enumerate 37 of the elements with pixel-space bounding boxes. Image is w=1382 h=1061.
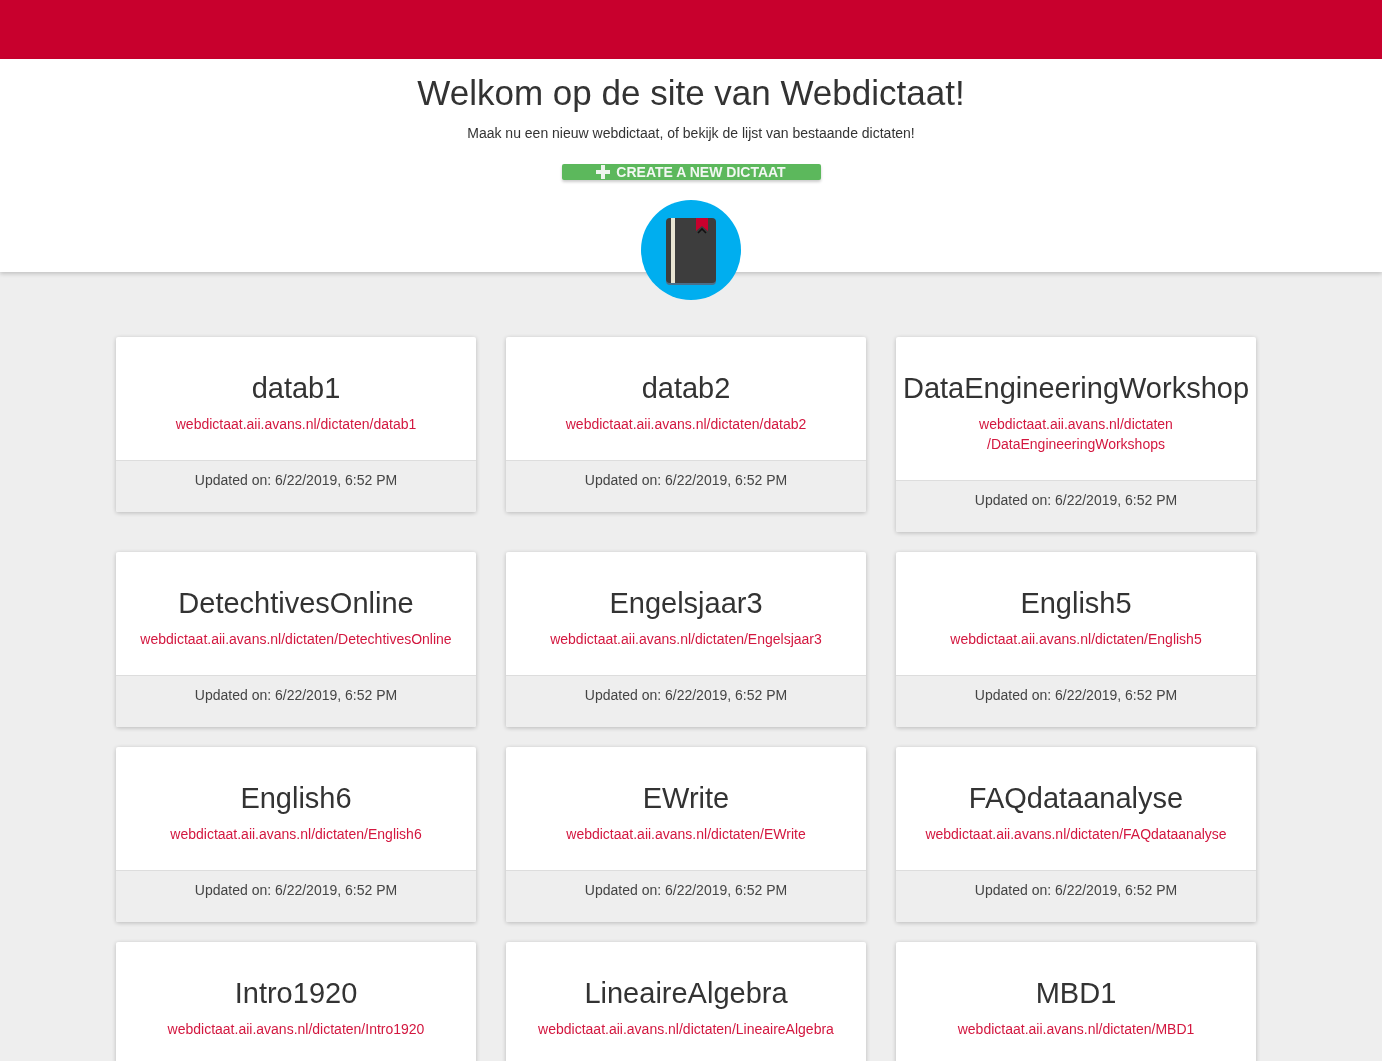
card-link[interactable]: webdictaat.aii.avans.nl/dictaten/Intro1920 bbox=[167, 1019, 425, 1039]
card-link[interactable]: webdictaat.aii.avans.nl/dictaten/English5 bbox=[950, 629, 1202, 649]
card-title: EWrite bbox=[641, 781, 731, 816]
card-title: MBD1 bbox=[1034, 976, 1118, 1011]
card-link[interactable]: webdictaat.aii.avans.nl/dictaten/FAQdataanalyse bbox=[925, 824, 1227, 844]
page-title: Welkom op de site van Webdictaat! bbox=[417, 72, 965, 114]
card-title: datab1 bbox=[250, 371, 342, 406]
updated-text: Updated on: 6/22/2019, 6:52 PM bbox=[974, 687, 1178, 703]
intro-text: Maak nu een nieuw webdictaat, of bekijk de lijst van bestaande dictaten! bbox=[467, 124, 915, 143]
book-icon bbox=[641, 200, 741, 300]
card-link[interactable]: webdictaat.aii.avans.nl/dictaten/EWrite bbox=[566, 824, 806, 844]
plus-icon bbox=[596, 165, 611, 179]
card-title: LineaireAlgebra bbox=[583, 976, 789, 1011]
updated-text: Updated on: 6/22/2019, 6:52 PM bbox=[194, 472, 398, 488]
card-title: Engelsjaar3 bbox=[608, 586, 764, 621]
card-link[interactable]: webdictaat.aii.avans.nl/dictaten/MBD1 bbox=[957, 1019, 1195, 1039]
card-title: DataEngineeringWorkshop bbox=[901, 371, 1251, 406]
updated-text: Updated on: 6/22/2019, 6:52 PM bbox=[584, 472, 788, 488]
card-link[interactable]: webdictaat.aii.avans.nl/dictaten/DetechtivesOnline bbox=[140, 629, 452, 649]
card-link[interactable]: webdictaat.aii.avans.nl/dictaten/datab1 bbox=[175, 414, 417, 434]
card-link[interactable]: webdictaat.aii.avans.nl/dictaten/LineaireAlgebra bbox=[538, 1019, 834, 1039]
card-title: DetechtivesOnline bbox=[177, 586, 415, 621]
updated-text: Updated on: 6/22/2019, 6:52 PM bbox=[194, 687, 398, 703]
updated-text: Updated on: 6/22/2019, 6:52 PM bbox=[974, 492, 1178, 508]
card-link[interactable]: webdictaat.aii.avans.nl/dictaten/DataEngineeringWorkshops bbox=[911, 414, 1241, 454]
card-title: FAQdataanalyse bbox=[967, 781, 1185, 816]
updated-text: Updated on: 6/22/2019, 6:52 PM bbox=[974, 882, 1178, 898]
card-link[interactable]: webdictaat.aii.avans.nl/dictaten/English6 bbox=[170, 824, 422, 844]
updated-text: Updated on: 6/22/2019, 6:52 PM bbox=[584, 882, 788, 898]
card-title: English6 bbox=[239, 781, 353, 816]
updated-text: Updated on: 6/22/2019, 6:52 PM bbox=[194, 882, 398, 898]
card-title: Intro1920 bbox=[233, 976, 359, 1011]
card-link[interactable]: webdictaat.aii.avans.nl/dictaten/Engelsjaar3 bbox=[550, 629, 822, 649]
card-title: datab2 bbox=[640, 371, 732, 406]
updated-text: Updated on: 6/22/2019, 6:52 PM bbox=[584, 687, 788, 703]
card-link[interactable]: webdictaat.aii.avans.nl/dictaten/datab2 bbox=[565, 414, 807, 434]
card-title: English5 bbox=[1019, 586, 1133, 621]
